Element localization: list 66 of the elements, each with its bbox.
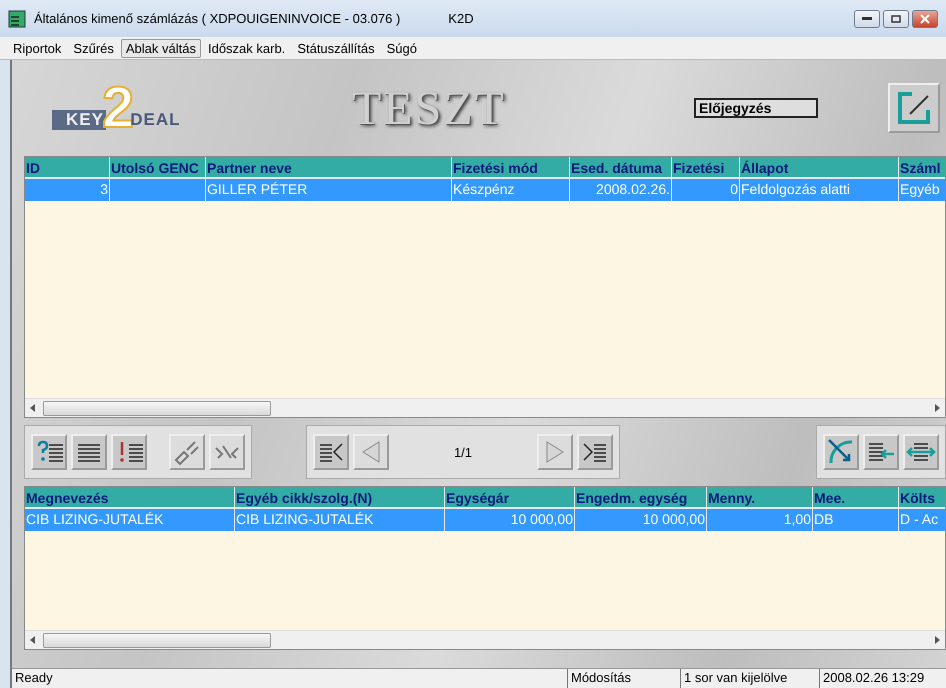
table-cell: 3 (25, 179, 110, 201)
close-button[interactable] (912, 10, 938, 28)
column-header[interactable]: Fizetési mód (452, 157, 570, 179)
table-cell: Feldolgozás alatti (740, 179, 899, 201)
table-cell: 10 000,00 (445, 509, 575, 531)
scroll-left-icon[interactable] (29, 636, 37, 644)
table-cell: 0 (672, 179, 740, 201)
toolbar-button[interactable] (903, 434, 939, 470)
column-header[interactable]: Engedm. egység (575, 487, 707, 509)
status-text: 1 sor van kijelölve (680, 669, 819, 688)
close-icon (920, 14, 930, 24)
horizontal-scrollbar[interactable] (25, 398, 945, 417)
column-header[interactable]: Fizetési (672, 157, 740, 179)
menu-item[interactable]: Szűrés (68, 38, 119, 58)
app-name: K2D (448, 11, 474, 26)
menu-item[interactable]: Ablak váltás (120, 38, 201, 58)
toolbar-button[interactable] (313, 434, 349, 470)
status-text: Módosítás (567, 669, 680, 688)
minimize-icon (862, 16, 872, 20)
column-header[interactable]: Állapot (740, 157, 899, 179)
menu-item[interactable]: Időszak karb. (202, 38, 290, 58)
column-header[interactable]: Egységár (445, 487, 575, 509)
table-cell: DB (813, 509, 899, 531)
app-icon (8, 10, 26, 28)
toolbar-button[interactable] (71, 434, 107, 470)
column-header[interactable]: Menny. (707, 487, 813, 509)
table-cell: D - Ac (899, 509, 945, 531)
menu-item[interactable]: Riportok (8, 38, 66, 58)
table-cell: CIB LIZING-JUTALÉK (235, 509, 445, 531)
maximize-icon (891, 14, 901, 22)
column-header[interactable]: Partner neve (206, 157, 452, 179)
edit-button[interactable] (888, 83, 940, 133)
column-header[interactable]: Esed. dátuma (570, 157, 672, 179)
toolbar-button[interactable] (863, 434, 899, 470)
window-title: Általános kimenő számlázás ( XDPOUIGENINVOICE - 03.076 ) (34, 11, 400, 26)
minimize-button[interactable] (854, 10, 880, 28)
scroll-right-icon[interactable] (933, 404, 941, 412)
column-header[interactable]: Megnevezés (25, 487, 235, 509)
horizontal-scrollbar[interactable] (25, 630, 945, 649)
column-header[interactable]: Mee. (813, 487, 899, 509)
banner-title: TESZT (352, 80, 506, 136)
table-cell: 2008.02.26. (570, 179, 672, 201)
table-cell: Egyéb (899, 179, 945, 201)
maximize-button[interactable] (883, 10, 909, 28)
table-cell: 1,00 (707, 509, 813, 531)
status-text: 2008.02.26 13:29 (819, 669, 946, 688)
toolbar-button[interactable] (577, 434, 613, 470)
menu-item[interactable]: Státuszállítás (292, 38, 380, 58)
column-header[interactable]: Száml (899, 157, 945, 179)
scroll-right-icon[interactable] (933, 636, 941, 644)
status-field: Előjegyzés (694, 98, 818, 118)
table-cell: 10 000,00 (575, 509, 707, 531)
page-position: 1/1 (452, 444, 474, 460)
table-cell: GILLER PÉTER (206, 179, 452, 201)
column-header[interactable]: Utolsó GENC (110, 157, 206, 179)
table-cell: CIB LIZING-JUTALÉK (25, 509, 235, 531)
status-text: Ready (14, 669, 54, 687)
toolbar-button[interactable] (31, 434, 67, 470)
menu-item[interactable]: Súgó (382, 38, 422, 58)
toolbar-button[interactable] (111, 434, 147, 470)
column-header[interactable]: ID (25, 157, 110, 179)
toolbar-button[interactable] (823, 434, 859, 470)
table-cell: Készpénz (452, 179, 570, 201)
column-header[interactable]: Költs (899, 487, 945, 509)
column-header[interactable]: Egyéb cikk/szolg.(N) (235, 487, 445, 509)
scroll-left-icon[interactable] (29, 404, 37, 412)
